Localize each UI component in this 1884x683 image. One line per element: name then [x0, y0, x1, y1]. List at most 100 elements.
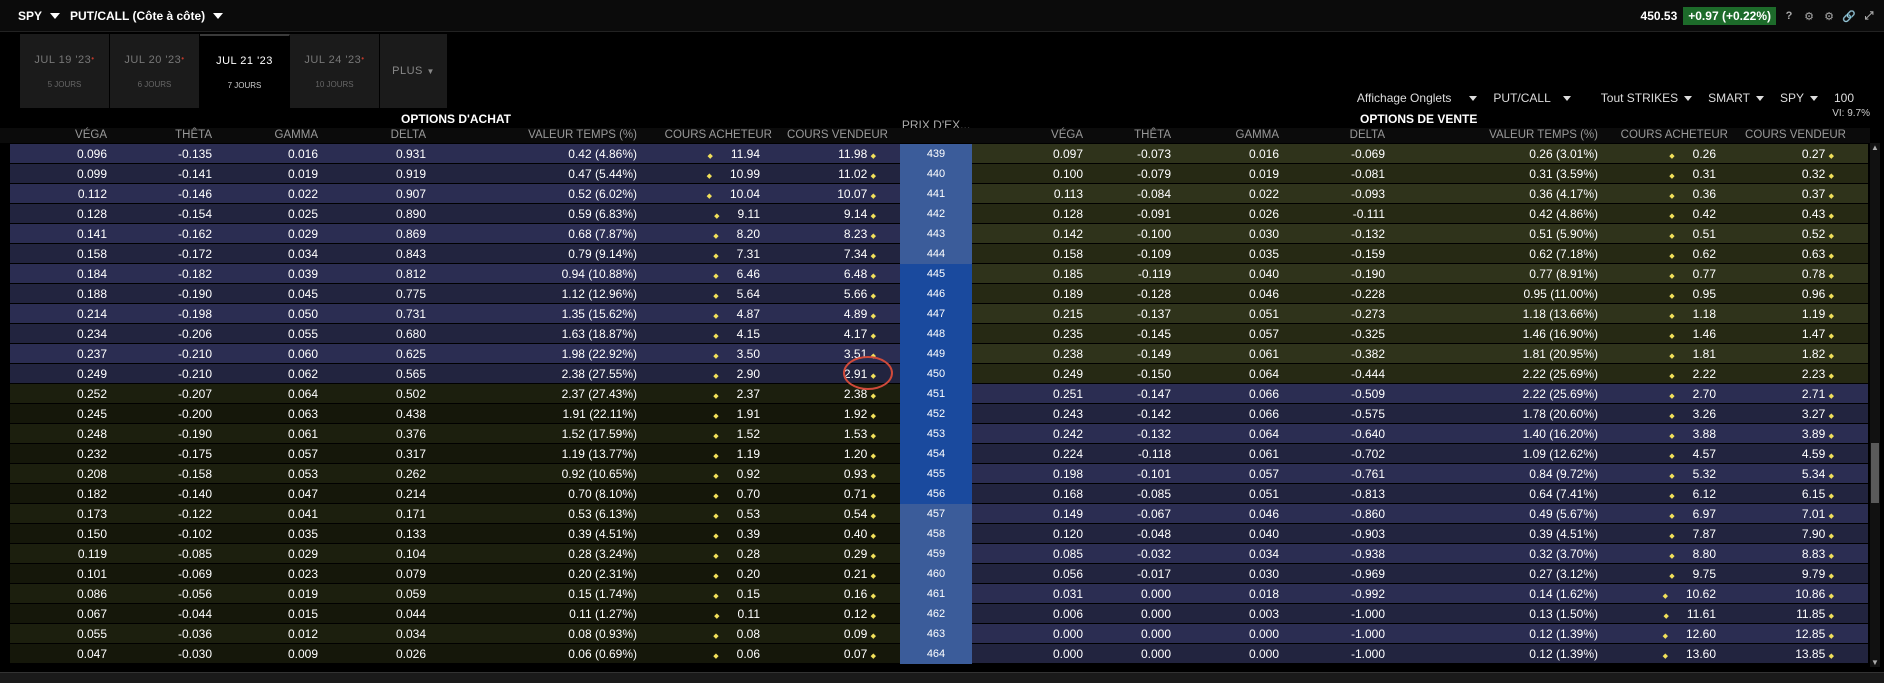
strike-cell[interactable]: 448 [900, 324, 972, 344]
put-ask-cell[interactable]: 5.34 ◆ [1802, 467, 1834, 481]
strike-cell[interactable]: 455 [900, 464, 972, 484]
call-bid-cell[interactable]: ◆ 0.15 [713, 587, 760, 601]
call-bid-cell[interactable]: ◆ 0.39 [713, 527, 760, 541]
table-row[interactable]: 439 0.096 -0.135 0.016 0.931 0.42 (4.86%) ◆ 11.… [10, 144, 1868, 164]
scroll-up-icon[interactable]: ▲ [1870, 143, 1880, 152]
call-ask-cell[interactable]: 1.92 ◆ [844, 407, 876, 421]
table-row[interactable]: 461 0.086 -0.056 0.019 0.059 0.15 (1.74%) ◆ 0.1… [10, 584, 1868, 604]
call-bid-cell[interactable]: ◆ 6.46 [713, 267, 760, 281]
table-row[interactable]: 456 0.182 -0.140 0.047 0.214 0.70 (8.10%) ◆ 0.7… [10, 484, 1868, 504]
table-row[interactable]: 448 0.234 -0.206 0.055 0.680 1.63 (18.87%) ◆ 4.… [10, 324, 1868, 344]
put-bid-cell[interactable]: ◆ 4.57 [1669, 447, 1716, 461]
put-bid-cell[interactable]: ◆ 1.18 [1669, 307, 1716, 321]
table-row[interactable]: 454 0.232 -0.175 0.057 0.317 1.19 (13.77%) ◆ 1.… [10, 444, 1868, 464]
put-header-time-value[interactable]: VALEUR TEMPS (%) [1489, 129, 1598, 141]
call-ask-cell[interactable]: 0.16 ◆ [844, 587, 876, 601]
expiry-tab[interactable]: JUL 19 '23• 5 JOURS [20, 34, 110, 108]
put-ask-cell[interactable]: 1.19 ◆ [1802, 307, 1834, 321]
settings-icon[interactable]: ⚙ [1802, 10, 1816, 23]
put-ask-cell[interactable]: 7.01 ◆ [1802, 507, 1834, 521]
exchange-selector[interactable]: SMART [1708, 91, 1764, 105]
multiplier-field[interactable]: 100 [1834, 91, 1854, 105]
strike-cell[interactable]: 458 [900, 524, 972, 544]
put-bid-cell[interactable]: ◆ 0.36 [1669, 187, 1716, 201]
put-bid-cell[interactable]: ◆ 2.70 [1669, 387, 1716, 401]
put-ask-cell[interactable]: 0.43 ◆ [1802, 207, 1834, 221]
put-header-gamma[interactable]: GAMMA [1236, 129, 1279, 141]
call-bid-cell[interactable]: ◆ 10.99 [707, 167, 760, 181]
call-header-vega[interactable]: VÉGA [75, 129, 107, 141]
put-bid-cell[interactable]: ◆ 8.80 [1669, 547, 1716, 561]
table-row[interactable]: 450 0.249 -0.210 0.062 0.565 2.38 (27.55%) ◆ 2.… [10, 364, 1868, 384]
put-bid-cell[interactable]: ◆ 6.97 [1669, 507, 1716, 521]
strike-cell[interactable]: 446 [900, 284, 972, 304]
strike-cell[interactable]: 447 [900, 304, 972, 324]
call-bid-cell[interactable]: ◆ 1.91 [713, 407, 760, 421]
table-row[interactable]: 455 0.208 -0.158 0.053 0.262 0.92 (10.65%) ◆ 0.… [10, 464, 1868, 484]
expiry-tab[interactable]: JUL 21 '23 7 JOURS [200, 34, 290, 108]
table-row[interactable]: 464 0.047 -0.030 0.009 0.026 0.06 (0.69%) ◆ 0.0… [10, 644, 1868, 664]
table-row[interactable]: 452 0.245 -0.200 0.063 0.438 1.91 (22.11%) ◆ 1.… [10, 404, 1868, 424]
gear-icon[interactable]: ⚙ [1822, 10, 1836, 23]
put-ask-cell[interactable]: 10.86 ◆ [1795, 587, 1834, 601]
put-bid-cell[interactable]: ◆ 0.95 [1669, 287, 1716, 301]
call-ask-cell[interactable]: 7.34 ◆ [844, 247, 876, 261]
put-header-bid[interactable]: COURS ACHETEUR [1621, 129, 1728, 141]
put-ask-cell[interactable]: 0.37 ◆ [1802, 187, 1834, 201]
expiry-tab[interactable]: JUL 20 '23• 6 JOURS [110, 34, 200, 108]
call-ask-cell[interactable]: 4.89 ◆ [844, 307, 876, 321]
call-bid-cell[interactable]: ◆ 0.20 [713, 567, 760, 581]
put-bid-cell[interactable]: ◆ 3.26 [1669, 407, 1716, 421]
putcall-selector[interactable]: PUT/CALL [1493, 91, 1571, 105]
call-bid-cell[interactable]: ◆ 0.11 [714, 607, 760, 621]
strike-cell[interactable]: 445 [900, 264, 972, 284]
help-icon[interactable]: ? [1782, 10, 1796, 22]
put-ask-cell[interactable]: 0.63 ◆ [1802, 247, 1834, 261]
symbol-dropdown-icon[interactable] [50, 12, 61, 19]
strike-cell[interactable]: 450 [900, 364, 972, 384]
call-ask-cell[interactable]: 0.29 ◆ [844, 547, 876, 561]
put-bid-cell[interactable]: ◆ 5.32 [1669, 467, 1716, 481]
strike-cell[interactable]: 442 [900, 204, 972, 224]
put-ask-cell[interactable]: 11.85 ◆ [1796, 607, 1834, 621]
put-ask-cell[interactable]: 0.78 ◆ [1802, 267, 1834, 281]
strike-cell[interactable]: 444 [900, 244, 972, 264]
call-ask-cell[interactable]: 0.09 ◆ [844, 627, 876, 641]
put-ask-cell[interactable]: 3.89 ◆ [1802, 427, 1834, 441]
table-row[interactable]: 460 0.101 -0.069 0.023 0.079 0.20 (2.31%) ◆ 0.2… [10, 564, 1868, 584]
call-header-theta[interactable]: THÊTA [175, 129, 212, 141]
call-bid-cell[interactable]: ◆ 1.52 [713, 427, 760, 441]
call-ask-cell[interactable]: 5.66 ◆ [844, 287, 876, 301]
call-bid-cell[interactable]: ◆ 2.90 [713, 367, 760, 381]
strike-cell[interactable]: 449 [900, 344, 972, 364]
put-ask-cell[interactable]: 13.85 ◆ [1795, 647, 1834, 661]
strike-cell[interactable]: 443 [900, 224, 972, 244]
call-header-delta[interactable]: DELTA [391, 129, 426, 141]
call-bid-cell[interactable]: ◆ 11.94 [707, 147, 760, 161]
view-dropdown-icon[interactable] [213, 12, 224, 19]
call-bid-cell[interactable]: ◆ 0.08 [713, 627, 760, 641]
call-bid-cell[interactable]: ◆ 3.50 [713, 347, 760, 361]
call-ask-cell[interactable]: 0.07 ◆ [844, 647, 876, 661]
call-ask-cell[interactable]: 6.48 ◆ [844, 267, 876, 281]
put-ask-cell[interactable]: 2.23 ◆ [1802, 367, 1834, 381]
call-ask-cell[interactable]: 8.23 ◆ [844, 227, 876, 241]
call-ask-cell[interactable]: 10.07 ◆ [837, 187, 876, 201]
table-row[interactable]: 463 0.055 -0.036 0.012 0.034 0.08 (0.93%) ◆ 0.0… [10, 624, 1868, 644]
put-bid-cell[interactable]: ◆ 7.87 [1669, 527, 1716, 541]
strike-cell[interactable]: 451 [900, 384, 972, 404]
table-row[interactable]: 451 0.252 -0.207 0.064 0.502 2.37 (27.43%) ◆ 2.… [10, 384, 1868, 404]
put-ask-cell[interactable]: 0.32 ◆ [1802, 167, 1834, 181]
call-header-time-value[interactable]: VALEUR TEMPS (%) [528, 129, 637, 141]
table-row[interactable]: 445 0.184 -0.182 0.039 0.812 0.94 (10.88%) ◆ 6.… [10, 264, 1868, 284]
call-bid-cell[interactable]: ◆ 0.28 [713, 547, 760, 561]
call-ask-cell[interactable]: 11.02 ◆ [838, 167, 876, 181]
table-row[interactable]: 449 0.237 -0.210 0.060 0.625 1.98 (22.92%) ◆ 3.… [10, 344, 1868, 364]
strike-cell[interactable]: 457 [900, 504, 972, 524]
put-bid-cell[interactable]: ◆ 0.31 [1669, 167, 1716, 181]
put-ask-cell[interactable]: 12.85 ◆ [1795, 627, 1834, 641]
put-ask-cell[interactable]: 1.82 ◆ [1802, 347, 1834, 361]
expiry-tab[interactable]: JUL 24 '23• 10 JOURS [290, 34, 380, 108]
table-row[interactable]: 459 0.119 -0.085 0.029 0.104 0.28 (3.24%) ◆ 0.2… [10, 544, 1868, 564]
call-ask-cell[interactable]: 0.71 ◆ [844, 487, 876, 501]
